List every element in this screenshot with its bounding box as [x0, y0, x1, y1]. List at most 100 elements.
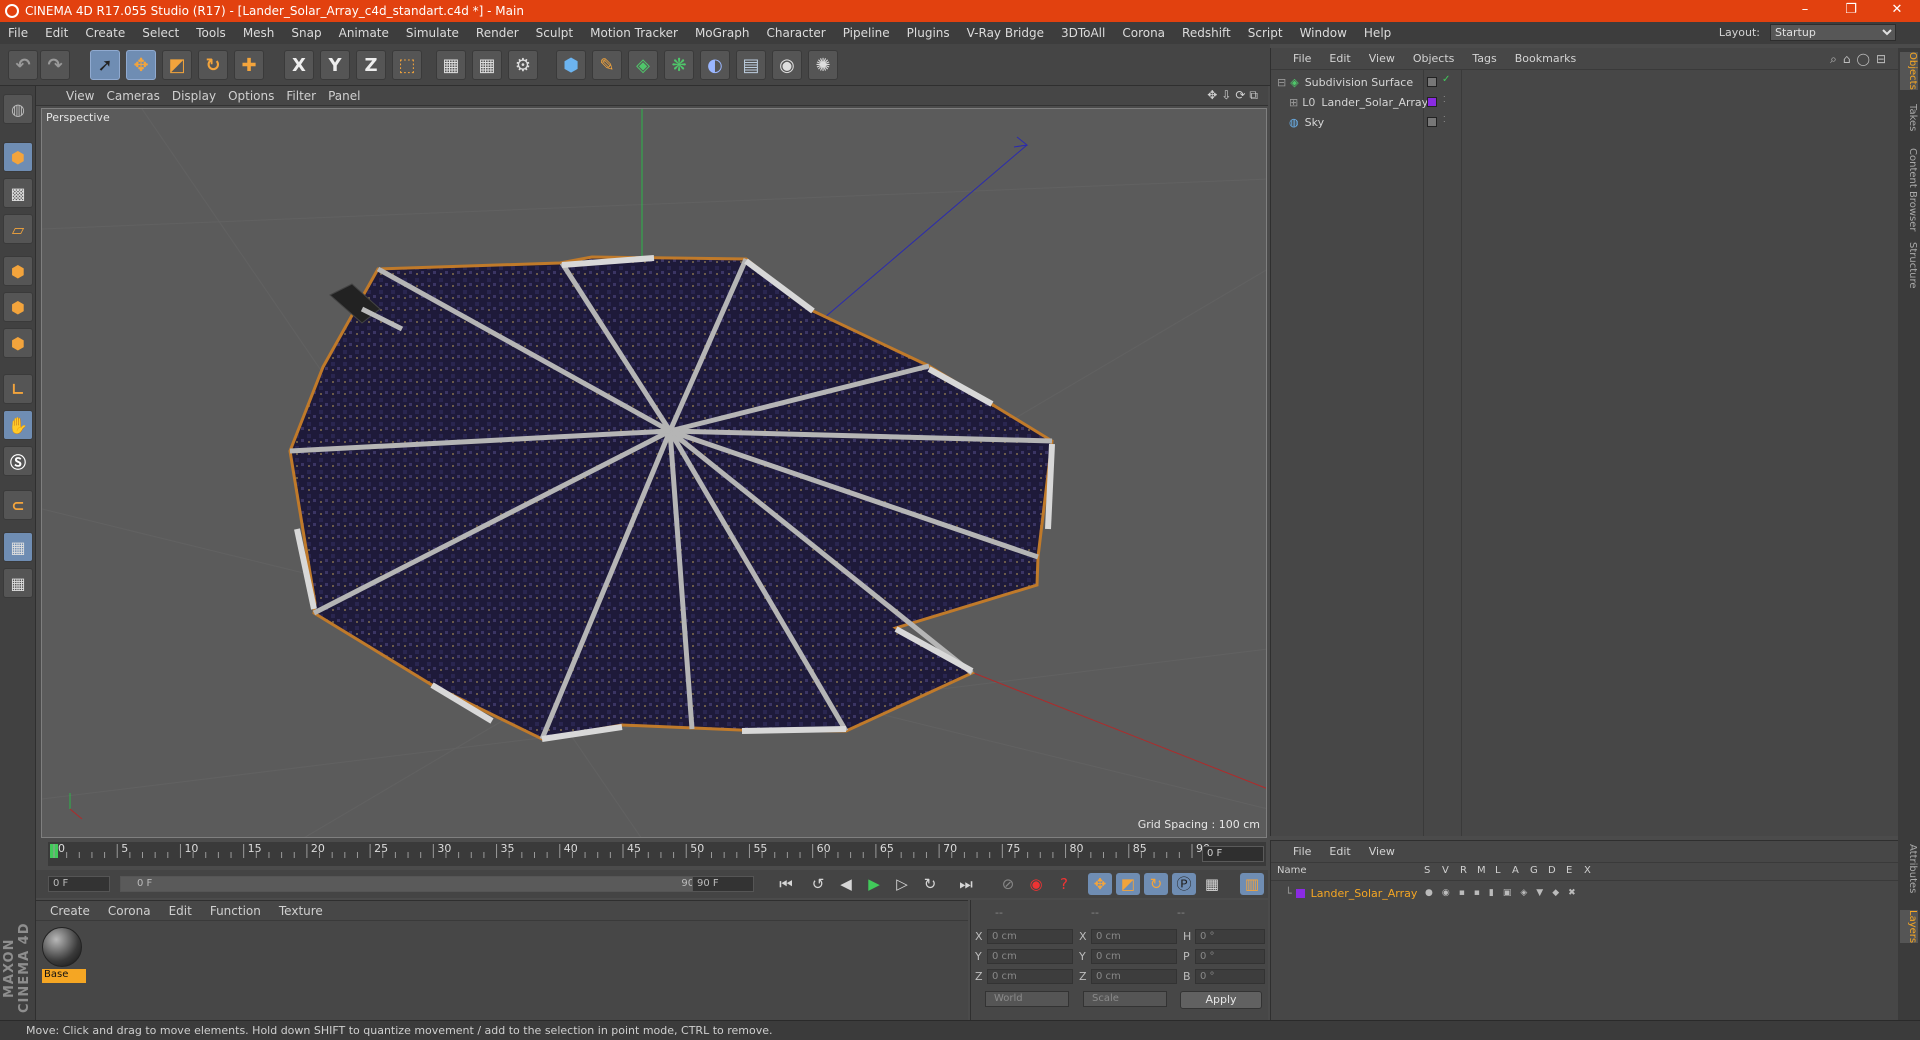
collapse-icon[interactable]: ⊟ [1277, 76, 1286, 89]
menu-help[interactable]: Help [1356, 26, 1400, 40]
layers-menu-edit[interactable]: Edit [1321, 845, 1360, 858]
go-to-start-icon[interactable]: ⏮ [774, 873, 798, 895]
material-menu-edit[interactable]: Edit [161, 904, 202, 918]
edges-mode-icon[interactable]: ⬢ [3, 292, 33, 322]
menu-character[interactable]: Character [758, 26, 834, 40]
viewport-menu-panel[interactable]: Panel [316, 89, 360, 103]
menu-tools[interactable]: Tools [188, 26, 235, 40]
record-active-objects-icon[interactable]: ◉ [1024, 873, 1048, 895]
menu-simulate[interactable]: Simulate [398, 26, 468, 40]
visibility-dots-icon[interactable]: ⁚ [1443, 115, 1446, 124]
model-mode-icon[interactable]: ⬢ [3, 142, 33, 172]
menu-edit[interactable]: Edit [37, 26, 77, 40]
minimize-button[interactable]: – [1782, 0, 1828, 22]
apply-button[interactable]: Apply [1180, 991, 1262, 1009]
object-row-lander-solar-array[interactable]: ⊞ L0 Lander_Solar_Array ⁚ [1271, 92, 1899, 112]
record-disabled-icon[interactable]: ⊘ [996, 873, 1020, 895]
layer-row-lander-solar-array[interactable]: └ Lander_Solar_Array ●◉▪▪▮▣◈▼◆✖ [1271, 883, 1899, 903]
coord-rot-h-field[interactable]: 0 ° [1195, 929, 1265, 944]
key-point-level-icon[interactable]: ▦ [1200, 873, 1224, 895]
coordinate-system-icon[interactable]: ⬚ [392, 50, 422, 80]
objects-menu-objects[interactable]: Objects [1405, 52, 1465, 65]
solo-mode-icon[interactable]: Ⓢ [3, 446, 33, 476]
key-scale-icon[interactable]: ◩ [1116, 873, 1140, 895]
menu-redshift[interactable]: Redshift [1174, 26, 1240, 40]
points-mode-icon[interactable]: ⬢ [3, 256, 33, 286]
light-icon[interactable]: ✺ [808, 50, 838, 80]
timeline-window-icon[interactable]: ▥ [1240, 873, 1264, 895]
go-to-end-icon[interactable]: ⏭ [954, 873, 978, 895]
coord-pos-y-field[interactable]: 0 cm [987, 949, 1073, 964]
enabled-check-icon[interactable]: ✓ [1442, 74, 1450, 85]
key-position-icon[interactable]: ✥ [1088, 873, 1112, 895]
object-row-sky[interactable]: ◍ Sky ⁚ [1271, 112, 1899, 132]
menu-vray-bridge[interactable]: V-Ray Bridge [959, 26, 1053, 40]
menu-create[interactable]: Create [77, 26, 134, 40]
z-axis-icon[interactable]: Z [356, 50, 386, 80]
layers-menu-file[interactable]: File [1285, 845, 1321, 858]
viewport-nav-icons[interactable]: ✥⇩⟳⧉ [1207, 88, 1262, 103]
menu-sculpt[interactable]: Sculpt [528, 26, 582, 40]
scale-icon[interactable]: ◩ [162, 50, 192, 80]
coord-size-y-field[interactable]: 0 cm [1091, 949, 1177, 964]
key-rotation-icon[interactable]: ↻ [1144, 873, 1168, 895]
floor-icon[interactable]: ▤ [736, 50, 766, 80]
viewport-menu-cameras[interactable]: Cameras [94, 89, 159, 103]
layer-flag-icons[interactable]: ●◉▪▪▮▣◈▼◆✖ [1425, 888, 1585, 898]
coord-size-z-field[interactable]: 0 cm [1091, 969, 1177, 984]
objects-menu-file[interactable]: File [1285, 52, 1321, 65]
material-swatch-base[interactable]: Base [42, 927, 86, 985]
coord-rot-p-field[interactable]: 0 ° [1195, 949, 1265, 964]
snap-icon[interactable]: ⊂ [3, 490, 33, 520]
visibility-dots-icon[interactable]: ⁚ [1443, 95, 1446, 104]
layout-dropdown[interactable]: Startup [1770, 24, 1896, 41]
coord-pos-x-field[interactable]: 0 cm [987, 929, 1073, 944]
menu-corona[interactable]: Corona [1114, 26, 1174, 40]
close-button[interactable]: ✕ [1874, 0, 1920, 22]
tweak-mode-icon[interactable]: ✋ [3, 410, 33, 440]
coord-pos-z-field[interactable]: 0 cm [987, 969, 1073, 984]
texture-mode-icon[interactable]: ▩ [3, 178, 33, 208]
object-manager-search-icons[interactable]: ⌕⌂◯⊟ [1830, 52, 1892, 67]
lock-workplane-icon[interactable]: ▦ [3, 532, 33, 562]
menu-pipeline[interactable]: Pipeline [835, 26, 899, 40]
menu-mesh[interactable]: Mesh [235, 26, 284, 40]
current-frame-field[interactable]: 0 F [1202, 846, 1264, 862]
subdivision-icon[interactable]: ◈ [628, 50, 658, 80]
menu-file[interactable]: File [0, 26, 37, 40]
menu-render[interactable]: Render [468, 26, 528, 40]
planar-workplane-icon[interactable]: ▦ [3, 568, 33, 598]
axis-mode-icon[interactable]: ∟ [3, 374, 33, 404]
next-key-icon[interactable]: ↻ [918, 873, 942, 895]
tab-structure[interactable]: Structure [1900, 242, 1918, 289]
previous-frame-icon[interactable]: ◀ [834, 873, 858, 895]
viewport-menu-view[interactable]: View [36, 89, 94, 103]
menu-snap[interactable]: Snap [283, 26, 330, 40]
next-frame-icon[interactable]: ▷ [890, 873, 914, 895]
start-frame-field[interactable]: 0 F [48, 876, 110, 892]
workplane-icon[interactable]: ▱ [3, 214, 33, 244]
frame-range-slider[interactable]: 0 F 90 F [120, 876, 720, 892]
object-row-subdivision-surface[interactable]: ⊟ ◈ Subdivision Surface ✓ [1271, 72, 1899, 92]
objects-menu-bookmarks[interactable]: Bookmarks [1507, 52, 1586, 65]
pen-icon[interactable]: ✎ [592, 50, 622, 80]
timeline-ruler[interactable]: 051015202530354045505560657075808590 [48, 842, 1266, 866]
menu-plugins[interactable]: Plugins [899, 26, 959, 40]
maximize-button[interactable]: ❐ [1828, 0, 1874, 22]
redo-icon[interactable]: ↷ [40, 50, 70, 80]
cloner-icon[interactable]: ❋ [664, 50, 694, 80]
size-mode-dropdown[interactable]: Scale [1083, 991, 1167, 1007]
expand-icon[interactable]: ⊞ [1289, 96, 1298, 109]
layers-menu-view[interactable]: View [1361, 845, 1405, 858]
camera-icon[interactable]: ◉ [772, 50, 802, 80]
coordinate-mode-dropdown[interactable]: World [985, 991, 1069, 1007]
rotate-icon[interactable]: ↻ [198, 50, 228, 80]
objects-menu-tags[interactable]: Tags [1464, 52, 1506, 65]
material-menu-corona[interactable]: Corona [100, 904, 161, 918]
end-frame-field[interactable]: 90 F [692, 876, 754, 892]
menu-3dtoall[interactable]: 3DToAll [1053, 26, 1114, 40]
live-select-icon[interactable]: ➚ [90, 50, 120, 80]
autokeying-icon[interactable]: ? [1052, 873, 1076, 895]
deformer-icon[interactable]: ◐ [700, 50, 730, 80]
tab-objects[interactable]: Objects [1900, 52, 1918, 90]
